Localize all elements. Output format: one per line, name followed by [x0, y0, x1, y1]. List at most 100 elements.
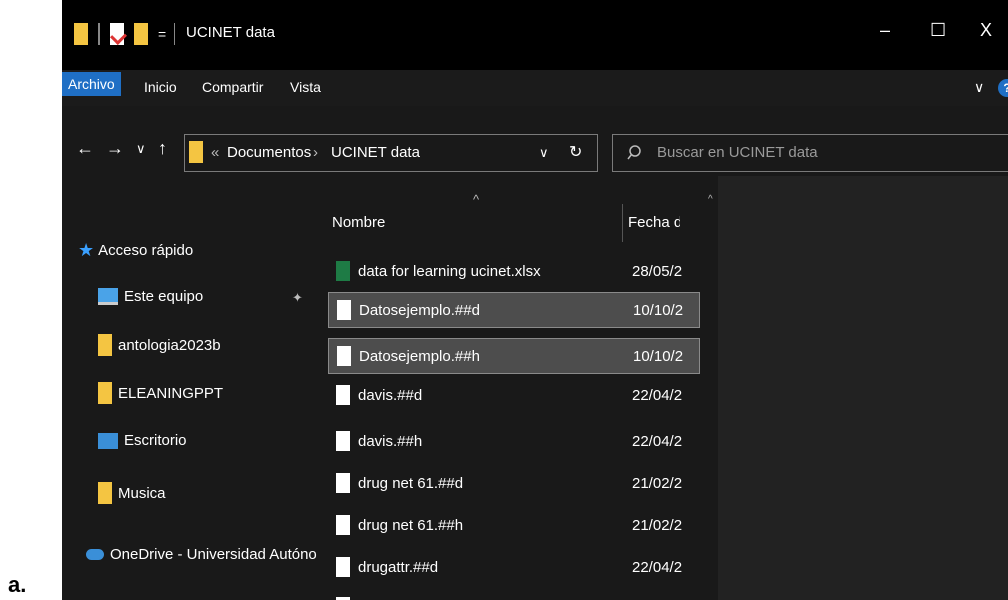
breadcrumb-ucinet-data[interactable]: UCINET data [331, 144, 420, 161]
file-icon [337, 300, 351, 320]
column-divider[interactable] [622, 204, 623, 242]
excel-file-icon [336, 261, 350, 281]
file-icon [336, 515, 350, 535]
figure-label: a. [8, 572, 27, 597]
file-date: 21/02/20 [632, 517, 682, 534]
search-box[interactable]: Buscar en UCINET data [612, 134, 1008, 172]
folder-icon [74, 23, 88, 45]
search-icon [627, 145, 641, 160]
help-icon[interactable]: ? [998, 79, 1008, 97]
computer-icon [98, 288, 118, 305]
file-name: Datosejemplo.##h [359, 348, 480, 365]
properties-icon[interactable] [110, 23, 127, 45]
maximize-button[interactable]: ☐ [930, 20, 946, 41]
file-date: 22/04/20 [632, 559, 682, 576]
new-folder-icon[interactable] [134, 23, 148, 45]
file-explorer-window: = UCINET data – ☐ X Archivo Inicio Compa… [62, 0, 1008, 600]
file-icon [336, 473, 350, 493]
close-button[interactable]: X [980, 20, 992, 41]
file-name: davis.##h [358, 433, 423, 450]
tab-compartir[interactable]: Compartir [202, 79, 263, 95]
file-date: 22/04/20 [632, 433, 682, 450]
forward-button[interactable]: → [106, 138, 124, 159]
separator [174, 23, 176, 45]
file-row[interactable]: davis.##d 22/04/20 [328, 378, 700, 414]
file-row-partial[interactable] [328, 590, 700, 600]
nav-item-label: Escritorio [124, 432, 187, 449]
nav-item-label: Este equipo [124, 288, 204, 305]
expand-ribbon-icon[interactable]: ∨ [974, 79, 984, 96]
breadcrumb-documentos[interactable]: Documentos [227, 144, 311, 161]
breadcrumb-separator[interactable]: › [313, 144, 318, 161]
nav-item-label: Musica [118, 484, 166, 502]
window-title: UCINET data [186, 24, 275, 41]
folder-icon [98, 482, 112, 504]
folder-icon [189, 141, 203, 163]
nav-item-escritorio[interactable]: Escritorio [98, 432, 187, 449]
file-icon [336, 385, 350, 405]
address-bar[interactable]: « Documentos › UCINET data ∨ ↻ [184, 134, 598, 172]
overflow-chevron[interactable]: « [211, 144, 219, 161]
customize-qa-dropdown[interactable]: = [158, 26, 166, 42]
star-icon: ★ [78, 240, 95, 260]
file-list-scrollbar[interactable]: ^ [706, 176, 718, 600]
file-row[interactable]: data for learning ucinet.xlsx 28/05/20 [328, 254, 700, 290]
nav-item-eleaningppt[interactable]: ELEANINGPPT [98, 382, 223, 404]
nav-item-antologia2023b[interactable]: antologia2023b [98, 334, 221, 356]
file-name: davis.##d [358, 387, 423, 404]
file-row[interactable]: drug net 61.##h 21/02/20 [328, 508, 700, 544]
quick-access-toolbar: = [74, 20, 176, 48]
file-list: ^ Nombre Fecha de data for learning ucin… [326, 176, 706, 600]
nav-item-este-equipo[interactable]: Este equipo [98, 288, 203, 305]
file-row[interactable]: davis.##h 22/04/20 [328, 424, 700, 460]
file-date: 28/05/20 [632, 263, 682, 280]
pin-icon[interactable]: ✦ [292, 290, 303, 306]
folder-icon [98, 334, 112, 356]
address-dropdown-icon[interactable]: ∨ [539, 145, 549, 161]
file-name: drugattr.##d [358, 559, 439, 576]
details-pane [718, 176, 1008, 600]
file-row-selected[interactable]: Datosejemplo.##h 10/10/20 [328, 338, 700, 374]
file-name: data for learning ucinet.xlsx [358, 263, 541, 280]
file-date: 22/04/20 [632, 387, 682, 404]
file-name: drug net 61.##d [358, 475, 464, 492]
file-row[interactable]: drugattr.##d 22/04/20 [328, 550, 700, 586]
file-date: 10/10/20 [633, 302, 683, 319]
cloud-icon [86, 549, 104, 560]
address-row: ← → ∨ ↑ « Documentos › UCINET data ∨ ↻ B… [62, 120, 1008, 176]
up-button[interactable]: ↑ [158, 138, 167, 159]
separator [98, 23, 100, 45]
back-button[interactable]: ← [76, 138, 94, 159]
nav-item-acceso-rapido[interactable]: ★ Acceso rápido [78, 240, 193, 261]
file-row[interactable]: drug net 61.##d 21/02/20 [328, 466, 700, 502]
nav-item-musica[interactable]: Musica [98, 482, 166, 504]
tab-inicio[interactable]: Inicio [144, 79, 177, 95]
folder-icon [98, 382, 112, 404]
nav-item-label: ELEANINGPPT [118, 384, 224, 402]
recent-locations-button[interactable]: ∨ [136, 141, 146, 157]
title-bar: = UCINET data – ☐ X [62, 0, 1008, 70]
nav-item-label: Acceso rápido [98, 242, 194, 259]
file-date: 21/02/20 [632, 475, 682, 492]
file-icon [337, 346, 351, 366]
tab-vista[interactable]: Vista [290, 79, 321, 95]
nav-pane-scrollbar[interactable] [317, 176, 326, 600]
sort-arrow-icon: ^ [473, 192, 480, 207]
column-header-nombre[interactable]: Nombre [332, 214, 385, 231]
nav-item-label: OneDrive - Universidad Autónom [110, 546, 330, 563]
ribbon-tabs: Archivo Inicio Compartir Vista ∨ ? [62, 70, 1008, 106]
search-placeholder: Buscar en UCINET data [657, 144, 818, 161]
minimize-button[interactable]: – [880, 20, 890, 41]
tab-archivo[interactable]: Archivo [62, 72, 121, 96]
column-header-fecha[interactable]: Fecha de [628, 214, 680, 231]
refresh-icon[interactable]: ↻ [569, 142, 582, 162]
navigation-pane: ★ Acceso rápido Este equipo ✦ antologia2… [62, 176, 329, 600]
nav-item-onedrive[interactable]: OneDrive - Universidad Autónom [86, 546, 329, 563]
nav-item-label: antologia2023b [118, 336, 221, 354]
file-row-selected[interactable]: Datosejemplo.##d 10/10/20 [328, 292, 700, 328]
file-date: 10/10/20 [633, 348, 683, 365]
scroll-up-arrow-icon[interactable]: ^ [708, 194, 713, 205]
file-name: drug net 61.##h [358, 517, 464, 534]
file-name: Datosejemplo.##d [359, 302, 480, 319]
file-icon [336, 431, 350, 451]
